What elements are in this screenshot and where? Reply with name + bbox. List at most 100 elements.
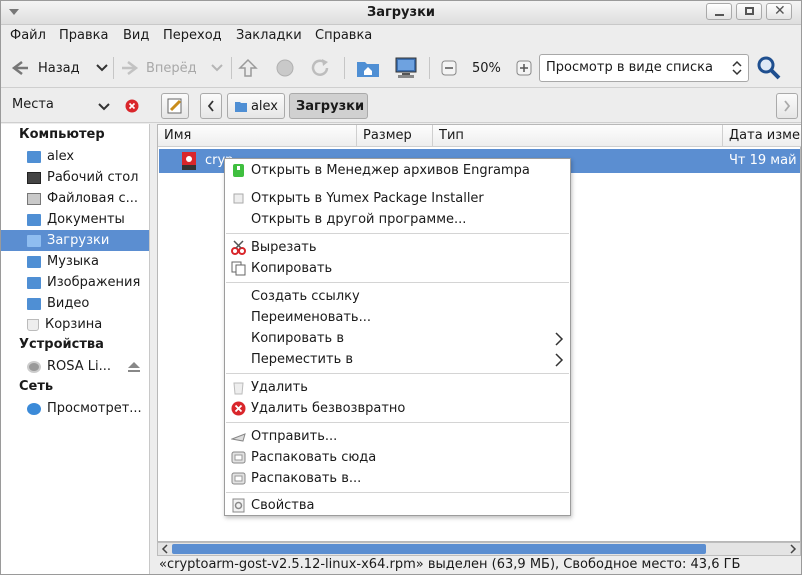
back-history-chevron-icon[interactable] <box>95 63 109 73</box>
sidebar-item-videos[interactable]: Видео <box>1 293 149 314</box>
column-name[interactable]: Имя <box>158 125 357 147</box>
file-manager-window: Загрузки ✕ Файл Правка Вид Переход Закла… <box>0 0 802 575</box>
section-header-devices: Устройства <box>19 337 104 352</box>
menu-copy[interactable]: Копировать <box>225 258 570 279</box>
trash-icon <box>233 382 244 395</box>
toolbar-separator <box>429 57 430 79</box>
sidebar-item-downloads[interactable]: Загрузки <box>1 230 149 251</box>
sidebar-item-documents[interactable]: Документы <box>1 209 149 230</box>
zoom-in-button[interactable] <box>516 54 532 82</box>
zoom-out-button[interactable] <box>441 54 457 82</box>
sidebar-item-label: Рабочий стол <box>47 170 139 185</box>
crumb-home[interactable]: alex <box>227 93 285 119</box>
sidebar-item-label: Изображения <box>47 275 141 290</box>
home-button[interactable] <box>355 54 381 82</box>
menu-rename[interactable]: Переименовать... <box>225 307 570 328</box>
scrollbar-thumb[interactable] <box>172 544 706 554</box>
sidebar-item-desktop[interactable]: Рабочий стол <box>1 167 149 188</box>
menu-bookmarks[interactable]: Закладки <box>236 28 302 43</box>
close-button[interactable]: ✕ <box>766 3 792 20</box>
sidebar-item-pictures[interactable]: Изображения <box>1 272 149 293</box>
minimize-button[interactable] <box>706 3 732 20</box>
menu-label: Копировать <box>251 261 333 276</box>
menu-view[interactable]: Вид <box>123 28 149 43</box>
menu-label: Удалить безвозвратно <box>251 401 406 416</box>
scroll-left-icon[interactable] <box>160 544 170 554</box>
path-left-button[interactable] <box>200 93 222 119</box>
forward-button[interactable]: Вперёд <box>119 54 224 82</box>
crumb-downloads-label: Загрузки <box>296 98 365 114</box>
scroll-right-icon[interactable] <box>788 544 798 554</box>
menu-move-to[interactable]: Переместить в <box>225 349 570 370</box>
archive-manager-icon <box>233 164 244 177</box>
column-type[interactable]: Тип <box>433 125 723 147</box>
menu-copy-to[interactable]: Копировать в <box>225 328 570 349</box>
downloads-folder-icon <box>27 234 41 247</box>
sidebar-mode-chevron-icon[interactable] <box>97 102 111 112</box>
back-arrow-icon <box>11 61 28 75</box>
menu-cut[interactable]: Вырезать <box>225 237 570 258</box>
reload-button[interactable] <box>309 54 333 82</box>
view-mode-select[interactable]: Просмотр в виде списка <box>539 54 749 82</box>
up-button[interactable] <box>237 54 259 82</box>
menu-label: Распаковать сюда <box>251 450 377 465</box>
section-header-network: Сеть <box>19 379 54 394</box>
toggle-location-entry-button[interactable] <box>161 93 189 119</box>
package-installer-icon <box>233 193 244 204</box>
sidebar: Компьютер alex Рабочий стол Файловая с..… <box>1 124 150 574</box>
sidebar-item-label: alex <box>47 149 75 164</box>
maximize-button[interactable] <box>736 3 762 20</box>
path-right-button[interactable] <box>776 93 798 119</box>
crumb-downloads[interactable]: Загрузки <box>289 93 368 119</box>
menu-open-engrampa[interactable]: Открыть в Менеджер архивов Engrampa <box>225 160 570 181</box>
sidebar-item-trash[interactable]: Корзина <box>1 314 149 335</box>
menu-extract-to[interactable]: Распаковать в... <box>225 468 570 489</box>
copy-icon <box>231 261 246 276</box>
sidebar-item-label: ROSA Li... <box>47 359 112 374</box>
sidebar-item-label: Документы <box>47 212 125 227</box>
menu-open-other[interactable]: Открыть в другой программе... <box>225 209 570 230</box>
menu-label: Открыть в другой программе... <box>251 212 467 227</box>
search-button[interactable] <box>756 54 782 82</box>
menu-make-link[interactable]: Создать ссылку <box>225 286 570 307</box>
extract-icon <box>231 451 246 464</box>
sidebar-item-network[interactable]: Просмотрет... <box>1 398 149 419</box>
menu-send[interactable]: Отправить... <box>225 426 570 447</box>
sidebar-item-filesystem[interactable]: Файловая с... <box>1 188 149 209</box>
rpm-package-icon <box>182 152 196 170</box>
back-button[interactable]: Назад <box>9 54 109 82</box>
menu-properties[interactable]: Свойства <box>225 495 570 516</box>
pane-splitter[interactable] <box>150 124 157 574</box>
menu-extract-here[interactable]: Распаковать сюда <box>225 447 570 468</box>
chevron-left-icon <box>207 100 214 112</box>
location-bar: Места alex Загрузки <box>1 89 801 123</box>
sidebar-item-label: Музыка <box>47 254 99 269</box>
menu-delete-permanently[interactable]: Удалить безвозвратно <box>225 398 570 419</box>
menu-open-yumex[interactable]: Открыть в Yumex Package Installer <box>225 188 570 209</box>
menu-label: Копировать в <box>251 331 344 346</box>
column-size[interactable]: Размер <box>357 125 433 147</box>
close-sidebar-icon[interactable] <box>125 99 139 113</box>
menu-help[interactable]: Справка <box>315 28 372 43</box>
forward-history-chevron-icon[interactable] <box>210 63 224 73</box>
menu-label: Создать ссылку <box>251 289 360 304</box>
menu-go[interactable]: Переход <box>163 28 222 43</box>
trash-icon <box>27 318 39 331</box>
sidebar-item-music[interactable]: Музыка <box>1 251 149 272</box>
menu-delete[interactable]: Удалить <box>225 377 570 398</box>
sidebar-item-label: Корзина <box>45 317 103 332</box>
toolbar-separator <box>344 57 345 79</box>
disc-icon <box>27 360 41 373</box>
menu-edit[interactable]: Правка <box>59 28 108 43</box>
computer-button[interactable] <box>393 54 419 82</box>
sidebar-item-label: Просмотрет... <box>47 401 142 416</box>
music-folder-icon <box>27 255 41 268</box>
sidebar-item-home[interactable]: alex <box>1 146 149 167</box>
horizontal-scrollbar[interactable] <box>157 542 801 556</box>
menu-file[interactable]: Файл <box>10 28 46 43</box>
menu-label: Вырезать <box>251 240 317 255</box>
menu-label: Открыть в Менеджер архивов Engrampa <box>251 163 530 178</box>
stop-button[interactable] <box>274 54 296 82</box>
eject-icon[interactable] <box>127 361 141 373</box>
column-date[interactable]: Дата измене <box>723 125 801 147</box>
